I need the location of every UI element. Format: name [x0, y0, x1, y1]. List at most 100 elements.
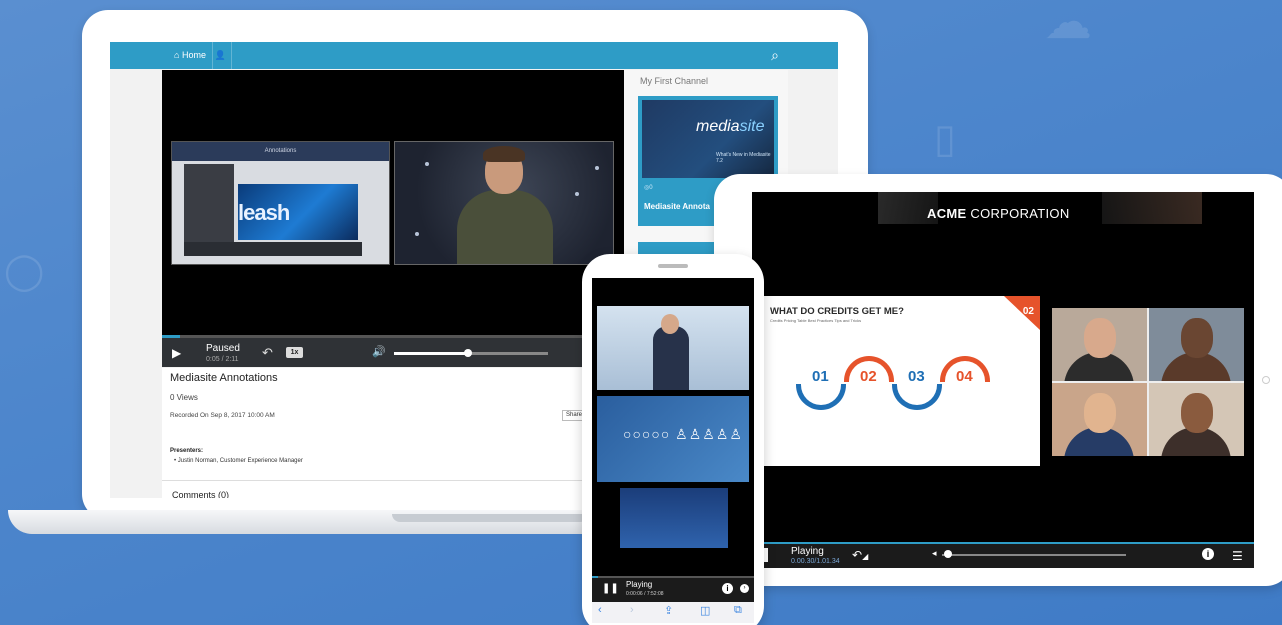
play-icon[interactable]: ▶ [172, 346, 181, 360]
recorded-date: Recorded On Sep 8, 2017 10:00 AM [170, 412, 275, 419]
pause-icon[interactable] [764, 548, 768, 562]
tablet-player-time: 0.00.30/1.01.34 [791, 558, 840, 565]
phone-screen: ○○○○○ ♙♙♙♙♙ ❚❚ Playing 0:00:06 / 7:52:08… [592, 278, 754, 623]
presentation-title: Mediasite Annotations [170, 372, 278, 384]
video-player[interactable]: Annotations leash [162, 70, 624, 367]
presenter-item: • Justin Norman, Customer Experience Man… [174, 458, 303, 464]
volume-slider[interactable] [942, 554, 1126, 556]
slide-subheading: Credits Pricing Table Best Practices Tip… [770, 318, 862, 323]
annotations-panel: Annotations leash [171, 141, 390, 265]
presentation-info: Mediasite Annotations 0 Views Recorded O… [162, 368, 632, 498]
logo-part-a: media [696, 118, 740, 135]
header-band-right [1102, 192, 1202, 224]
card-view-count: 0 [649, 185, 653, 191]
player-time: 0:05 / 2:11 [206, 356, 239, 363]
player-time-total: 2:11 [225, 356, 239, 363]
infographic-circles: ○○○○○ ♙♙♙♙♙ [623, 426, 743, 442]
speaker-head [661, 314, 679, 334]
pause-icon[interactable]: ❚❚ [602, 583, 619, 594]
card-title: Mediasite Annota [644, 202, 710, 211]
background-chat-icon: ◯ [4, 250, 45, 291]
player-time-current: 0:05 [206, 356, 220, 363]
participant-video [1149, 383, 1244, 456]
presenter-hair [483, 146, 525, 162]
nav-home-link[interactable]: ⌂ Home [168, 42, 213, 69]
step-03: 03 [908, 368, 925, 385]
tablet-screen: ACME CORPORATION 02 WHAT DO CREDITS GET … [752, 192, 1254, 568]
comments-heading[interactable]: Comments (0) [172, 490, 229, 498]
info-icon[interactable]: i [1202, 548, 1214, 560]
tablet-time-current: 0.00.30 [791, 558, 815, 565]
network-dot [575, 192, 579, 196]
progress-fill [162, 335, 181, 338]
player-status: Paused [206, 343, 240, 354]
card-subtitle: What's New in Mediasite 7.2 [716, 152, 771, 164]
step-01: 01 [812, 368, 829, 385]
search-icon[interactable]: ⌕ [760, 42, 790, 69]
phone-speaker-image [597, 306, 749, 390]
volume-fill [394, 352, 468, 355]
network-dot [415, 232, 419, 236]
phone-infographic-image: ○○○○○ ♙♙♙♙♙ [597, 396, 749, 482]
laptop-notch [392, 514, 588, 522]
acme-header-bold: ACME [927, 206, 967, 221]
presenter-body [457, 190, 553, 264]
slide-number: 02 [1004, 296, 1040, 330]
info-icon[interactable]: i [722, 583, 733, 594]
presenter-video [394, 141, 614, 265]
mediasite-logo: mediasite [696, 118, 764, 136]
participants-grid [1052, 308, 1244, 456]
progress-track[interactable] [162, 335, 624, 338]
step-04: 04 [956, 368, 973, 385]
presenter-name: Justin Norman, Customer Experience Manag… [177, 458, 303, 464]
channel-title: My First Channel [640, 76, 709, 86]
participant-video [1052, 308, 1147, 381]
annotations-slide-text: leash [238, 200, 290, 225]
slide-panel: 02 WHAT DO CREDITS GET ME? Credits Prici… [764, 296, 1040, 466]
logo-part-b: site [739, 118, 765, 135]
menu-icon[interactable]: ☰ [1232, 549, 1243, 563]
top-nav: ⌂ Home 👤 ⌕ [110, 42, 838, 69]
back-icon[interactable]: ‹ [598, 604, 602, 616]
tablet-time-total: /1.01.34 [814, 558, 840, 565]
home-icon: ⌂ [174, 50, 180, 60]
playback-speed-button[interactable]: 1x [286, 347, 303, 358]
background-device-icon: ▯ [934, 117, 957, 161]
volume-icon[interactable]: 🔊 [372, 345, 386, 358]
phone-conference-image [620, 488, 728, 548]
tabs-icon[interactable]: ⧉ [734, 604, 742, 617]
card-views: ◎0 [644, 185, 653, 191]
view-count: 0 Views [170, 393, 198, 402]
network-dot [425, 162, 429, 166]
annotations-slide-thumb: leash [238, 184, 358, 240]
rewind-icon[interactable]: ↶◢ [852, 548, 868, 562]
annotations-mini-controls [184, 242, 362, 256]
forward-icon[interactable]: › [630, 604, 634, 616]
tablet-player-status: Playing [791, 546, 824, 557]
share-icon[interactable]: ⇪ [664, 604, 673, 617]
slide-heading: WHAT DO CREDITS GET ME? [770, 306, 904, 317]
user-icon[interactable]: 👤 [210, 42, 232, 69]
card-thumbnail: mediasite What's New in Mediasite 7.2 [642, 100, 774, 178]
annotations-panel-title: Annotations [172, 142, 389, 161]
acme-header: ACME CORPORATION [927, 206, 1070, 221]
volume-icon[interactable]: ◂ [932, 548, 937, 559]
step-arc [796, 384, 846, 410]
step-02: 02 [860, 368, 877, 385]
participant-video [1052, 383, 1147, 456]
background-cloud-icon: ☁ [1044, 0, 1092, 49]
divider [162, 480, 632, 481]
presenters-heading: Presenters: [170, 448, 204, 454]
step-arc [892, 384, 942, 410]
rewind-icon[interactable]: ↶ [262, 345, 273, 361]
next-icon[interactable]: › [740, 584, 749, 593]
phone-player-time: 0:00:06 / 7:52:08 [626, 591, 664, 597]
volume-knob[interactable] [463, 349, 472, 357]
acme-header-rest: CORPORATION [966, 206, 1070, 221]
phone-player-status: Playing [626, 580, 653, 589]
network-dot [595, 166, 599, 170]
speaker-figure [653, 326, 689, 390]
tablet-camera [1262, 376, 1270, 384]
bookmarks-icon[interactable]: ◫ [700, 604, 710, 617]
volume-knob[interactable] [944, 550, 952, 558]
